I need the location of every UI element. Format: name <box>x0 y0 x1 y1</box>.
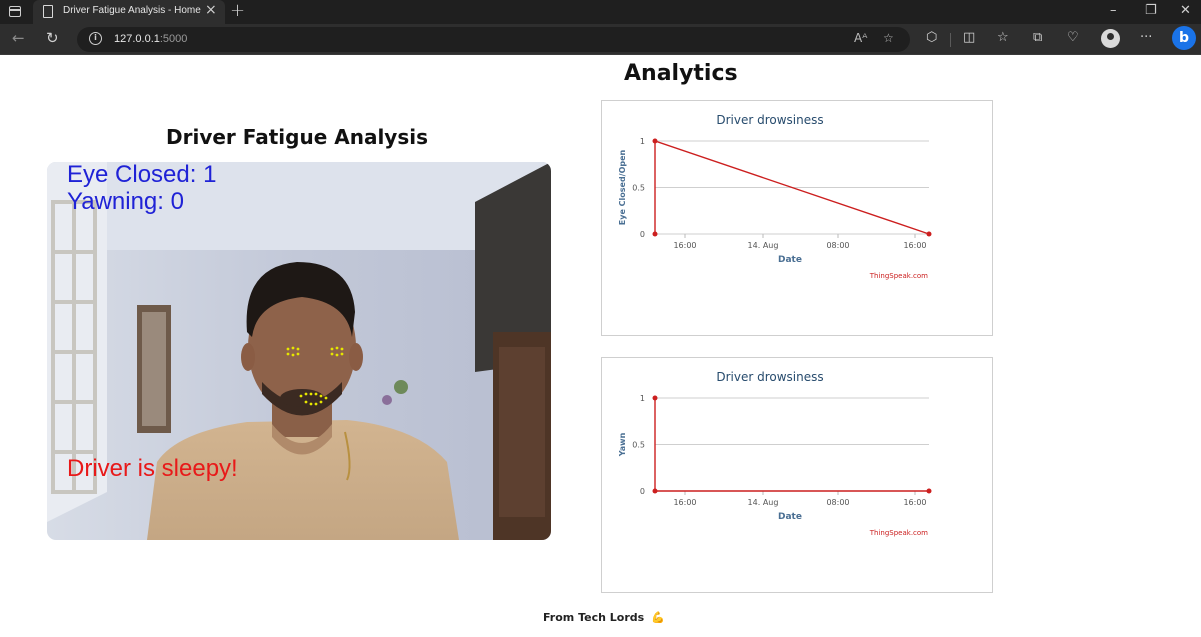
health-icon[interactable]: ♡ <box>1067 30 1079 45</box>
y-tick-label: 0.5 <box>632 441 645 450</box>
reload-icon[interactable]: ↻ <box>46 29 59 47</box>
chart-credit: ThingSpeak.com <box>869 529 928 537</box>
browser-tab-bar: Driver Fatigue Analysis - Home × + – ❐ ✕ <box>0 0 1201 24</box>
data-point <box>652 138 658 144</box>
eye-closed-overlay: Eye Closed: 1 <box>67 162 217 188</box>
restore-icon[interactable]: ❐ <box>1145 3 1157 18</box>
webcam-frame-image <box>47 162 551 540</box>
webcam-feed: Eye Closed: 1 Yawning: 0 Driver is sleep… <box>47 162 551 540</box>
collections-icon[interactable]: ⧉ <box>1033 30 1042 45</box>
more-icon[interactable]: ··· <box>1140 30 1152 45</box>
browser-toolbar: ← ↻ i 127.0.0.1:5000 Aᴬ ☆ ⬡ ◫ ☆ ⧉ ♡ ··· … <box>0 24 1201 55</box>
y-tick-label: 0.5 <box>632 184 645 193</box>
y-axis-label: Yawn <box>618 432 627 457</box>
data-point <box>652 488 658 494</box>
x-tick-label: 16:00 <box>673 241 696 250</box>
x-axis-label: Date <box>778 512 802 522</box>
x-tick-label: 14. Aug <box>748 498 779 507</box>
eye-closed-chart-svg: Driver drowsiness 0 0.5 1 16:00 14. Aug 08:00 1… <box>618 113 932 280</box>
bing-icon[interactable]: b <box>1172 26 1196 50</box>
x-tick-label: 14. Aug <box>748 241 779 250</box>
data-point <box>926 488 932 494</box>
eye-closed-chart: Driver drowsiness 0 0.5 1 16:00 14. Aug 08:00 1… <box>601 100 993 336</box>
yawning-overlay: Yawning: 0 <box>67 188 184 215</box>
data-point <box>652 395 658 401</box>
new-tab-icon[interactable]: + <box>230 0 245 21</box>
favorite-icon[interactable]: ☆ <box>883 31 894 45</box>
y-tick-label: 0 <box>640 230 645 239</box>
analytics-title: Analytics <box>624 61 738 86</box>
split-screen-icon[interactable]: ◫ <box>963 30 975 45</box>
x-tick-label: 16:00 <box>673 498 696 507</box>
chart-title: Driver drowsiness <box>716 113 823 127</box>
read-aloud-icon[interactable]: Aᴬ <box>854 31 867 45</box>
page-icon <box>43 5 53 18</box>
x-tick-label: 08:00 <box>826 498 849 507</box>
tab-title: Driver Fatigue Analysis - Home <box>63 5 201 16</box>
x-tick-label: 16:00 <box>903 498 926 507</box>
address-bar[interactable]: i 127.0.0.1:5000 Aᴬ ☆ <box>77 27 910 52</box>
footer: From Tech Lords 💪 <box>543 611 665 624</box>
data-point <box>926 231 932 237</box>
data-point <box>652 231 658 237</box>
toolbar-separator <box>950 33 951 47</box>
footer-text: From Tech Lords <box>543 611 645 624</box>
driver-status-overlay: Driver is sleepy! <box>67 455 238 482</box>
x-tick-label: 08:00 <box>826 241 849 250</box>
y-tick-label: 1 <box>640 394 645 403</box>
browser-tab[interactable]: Driver Fatigue Analysis - Home × <box>33 0 225 24</box>
x-tick-label: 16:00 <box>903 241 926 250</box>
yawn-chart-svg: Driver drowsiness 0 0.5 1 16:00 14. Aug 08:00 1… <box>618 370 932 537</box>
muscle-icon: 💪 <box>651 611 665 624</box>
yawn-chart: Driver drowsiness 0 0.5 1 16:00 14. Aug 08:00 1… <box>601 357 993 593</box>
x-axis-label: Date <box>778 255 802 265</box>
extensions-icon[interactable]: ⬡ <box>926 30 937 45</box>
minimize-icon[interactable]: – <box>1110 3 1117 18</box>
back-icon[interactable]: ← <box>12 29 25 47</box>
y-tick-label: 1 <box>640 137 645 146</box>
close-window-icon[interactable]: ✕ <box>1180 3 1191 18</box>
chart-credit: ThingSpeak.com <box>869 272 928 280</box>
y-tick-label: 0 <box>640 487 645 496</box>
profile-icon[interactable] <box>1101 29 1120 48</box>
page-title: Driver Fatigue Analysis <box>166 125 429 149</box>
window-icon[interactable] <box>9 6 21 17</box>
url-text[interactable]: 127.0.0.1:5000 <box>114 33 187 45</box>
y-axis-label: Eye Closed/Open <box>618 149 627 225</box>
info-icon[interactable]: i <box>89 32 102 45</box>
tab-close-icon[interactable]: × <box>205 2 217 18</box>
chart-title: Driver drowsiness <box>716 370 823 384</box>
favorites-icon[interactable]: ☆ <box>997 30 1009 45</box>
